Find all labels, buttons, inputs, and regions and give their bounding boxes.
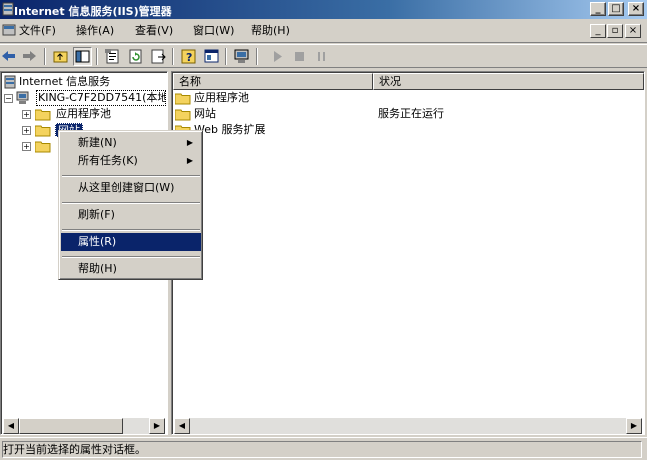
svg-text:?: ?: [186, 51, 192, 64]
submenu-arrow-icon: ▶: [186, 138, 193, 147]
context-item-label: 刷新(F): [78, 208, 115, 221]
scroll-left-arrow-icon[interactable]: ◀: [174, 418, 190, 434]
toolbar-separator: [256, 48, 258, 65]
console-tree-icon[interactable]: [202, 47, 221, 66]
server-icon: [15, 91, 31, 105]
menu-help[interactable]: 帮助(H): [251, 23, 290, 39]
iis-root-icon: [3, 75, 17, 89]
iis-manager-window: Internet 信息服务(IIS)管理器 _ □ × 文件(F) 操作(A) …: [0, 0, 647, 460]
tree-server-label: KING-C7F2DD7541(本地计算机): [36, 90, 166, 106]
column-header-name[interactable]: 名称: [173, 73, 373, 90]
menu-bar: 文件(F) 操作(A) 查看(V) 窗口(W) 帮助(H): [0, 19, 647, 43]
list-row[interactable]: 应用程序池: [174, 90, 635, 106]
expand-app-pools-toggle[interactable]: +: [22, 110, 31, 119]
window-title: Internet 信息服务(IIS)管理器: [14, 5, 172, 18]
child-close-button[interactable]: ×: [625, 24, 641, 38]
context-item-properties[interactable]: 属性(R): [61, 233, 201, 251]
up-one-level-icon[interactable]: [51, 47, 70, 66]
menu-window[interactable]: 窗口(W): [193, 23, 234, 39]
tree-horizontal-scrollbar[interactable]: ◀ ▶: [3, 418, 165, 434]
scroll-left-arrow-icon[interactable]: ◀: [3, 418, 19, 434]
close-button[interactable]: ×: [628, 2, 644, 16]
menu-separator: [62, 175, 200, 177]
scroll-right-arrow-icon[interactable]: ▶: [149, 418, 165, 434]
context-item-all-tasks[interactable]: 所有任务(K) ▶: [61, 152, 201, 170]
minimize-button[interactable]: _: [590, 2, 606, 16]
status-text: 打开当前选择的属性对话框。: [2, 441, 642, 458]
context-menu: 新建(N) ▶ 所有任务(K) ▶ 从这里创建窗口(W) 刷新(F) 属性(R)…: [58, 130, 203, 280]
list-item-name: 应用程序池: [194, 91, 249, 104]
expand-websites-toggle[interactable]: +: [22, 126, 31, 135]
list-item-name: Web 服务扩展: [194, 123, 266, 136]
maximize-button[interactable]: □: [608, 2, 624, 16]
iis-app-icon: [1, 2, 15, 16]
menu-action[interactable]: 操作(A): [76, 23, 114, 39]
list-item-status: 服务正在运行: [378, 107, 444, 120]
menu-separator: [62, 229, 200, 231]
menu-file[interactable]: 文件(F): [19, 23, 56, 39]
toolbar-separator: [225, 48, 227, 65]
context-item-label: 帮助(H): [78, 262, 117, 275]
forward-icon[interactable]: [20, 47, 39, 66]
refresh-icon[interactable]: [126, 47, 145, 66]
scroll-thumb[interactable]: [19, 418, 123, 434]
menu-view[interactable]: 查看(V): [135, 23, 173, 39]
child-restore-button[interactable]: ▫: [607, 24, 623, 38]
tree-root-label: Internet 信息服务: [19, 75, 111, 88]
help-icon[interactable]: ?: [179, 47, 198, 66]
folder-icon: [174, 108, 191, 121]
toolbar-separator: [44, 48, 46, 65]
result-list-pane[interactable]: 名称 状况 应用程序池 网站 服务正在运行 Web 服务扩展 ◀ ▶: [171, 71, 645, 435]
export-list-icon[interactable]: [149, 47, 168, 66]
properties-icon[interactable]: [103, 47, 122, 66]
menu-separator: [62, 202, 200, 204]
folder-icon: [34, 108, 51, 121]
stop-icon[interactable]: [290, 47, 309, 66]
status-bar: 打开当前选择的属性对话框。: [0, 437, 647, 460]
collapse-server-toggle[interactable]: −: [4, 94, 13, 103]
context-item-new-window[interactable]: 从这里创建窗口(W): [61, 179, 201, 197]
submenu-arrow-icon: ▶: [186, 156, 193, 165]
folder-icon: [34, 140, 51, 153]
connect-computer-icon[interactable]: [232, 47, 251, 66]
pause-icon[interactable]: [312, 47, 331, 66]
tree-node-label: 应用程序池: [56, 107, 111, 120]
scroll-right-arrow-icon[interactable]: ▶: [626, 418, 642, 434]
toolbar-separator: [172, 48, 174, 65]
title-bar[interactable]: Internet 信息服务(IIS)管理器 _ □ ×: [0, 0, 647, 19]
list-horizontal-scrollbar[interactable]: ◀ ▶: [174, 418, 642, 434]
back-icon[interactable]: [0, 47, 19, 66]
context-item-help[interactable]: 帮助(H): [61, 260, 201, 278]
toolbar: ?: [0, 44, 647, 68]
show-hide-tree-icon[interactable]: [73, 47, 92, 66]
list-row[interactable]: 网站 服务正在运行: [174, 106, 635, 122]
context-item-refresh[interactable]: 刷新(F): [61, 206, 201, 224]
menu-separator: [62, 256, 200, 258]
context-item-label: 所有任务(K): [78, 154, 138, 167]
column-header-status[interactable]: 状况: [373, 73, 644, 90]
list-row[interactable]: Web 服务扩展: [174, 122, 635, 138]
context-item-label: 新建(N): [78, 136, 117, 149]
expand-web-extensions-toggle[interactable]: +: [22, 142, 31, 151]
folder-icon: [174, 92, 191, 105]
context-item-new[interactable]: 新建(N) ▶: [61, 134, 201, 152]
toolbar-separator: [96, 48, 98, 65]
context-item-label: 从这里创建窗口(W): [78, 181, 175, 194]
folder-icon: [34, 124, 51, 137]
context-item-label: 属性(R): [78, 235, 117, 248]
list-item-name: 网站: [194, 107, 216, 120]
start-icon[interactable]: [268, 47, 287, 66]
console-icon[interactable]: [2, 23, 16, 37]
child-minimize-button[interactable]: _: [590, 24, 606, 38]
